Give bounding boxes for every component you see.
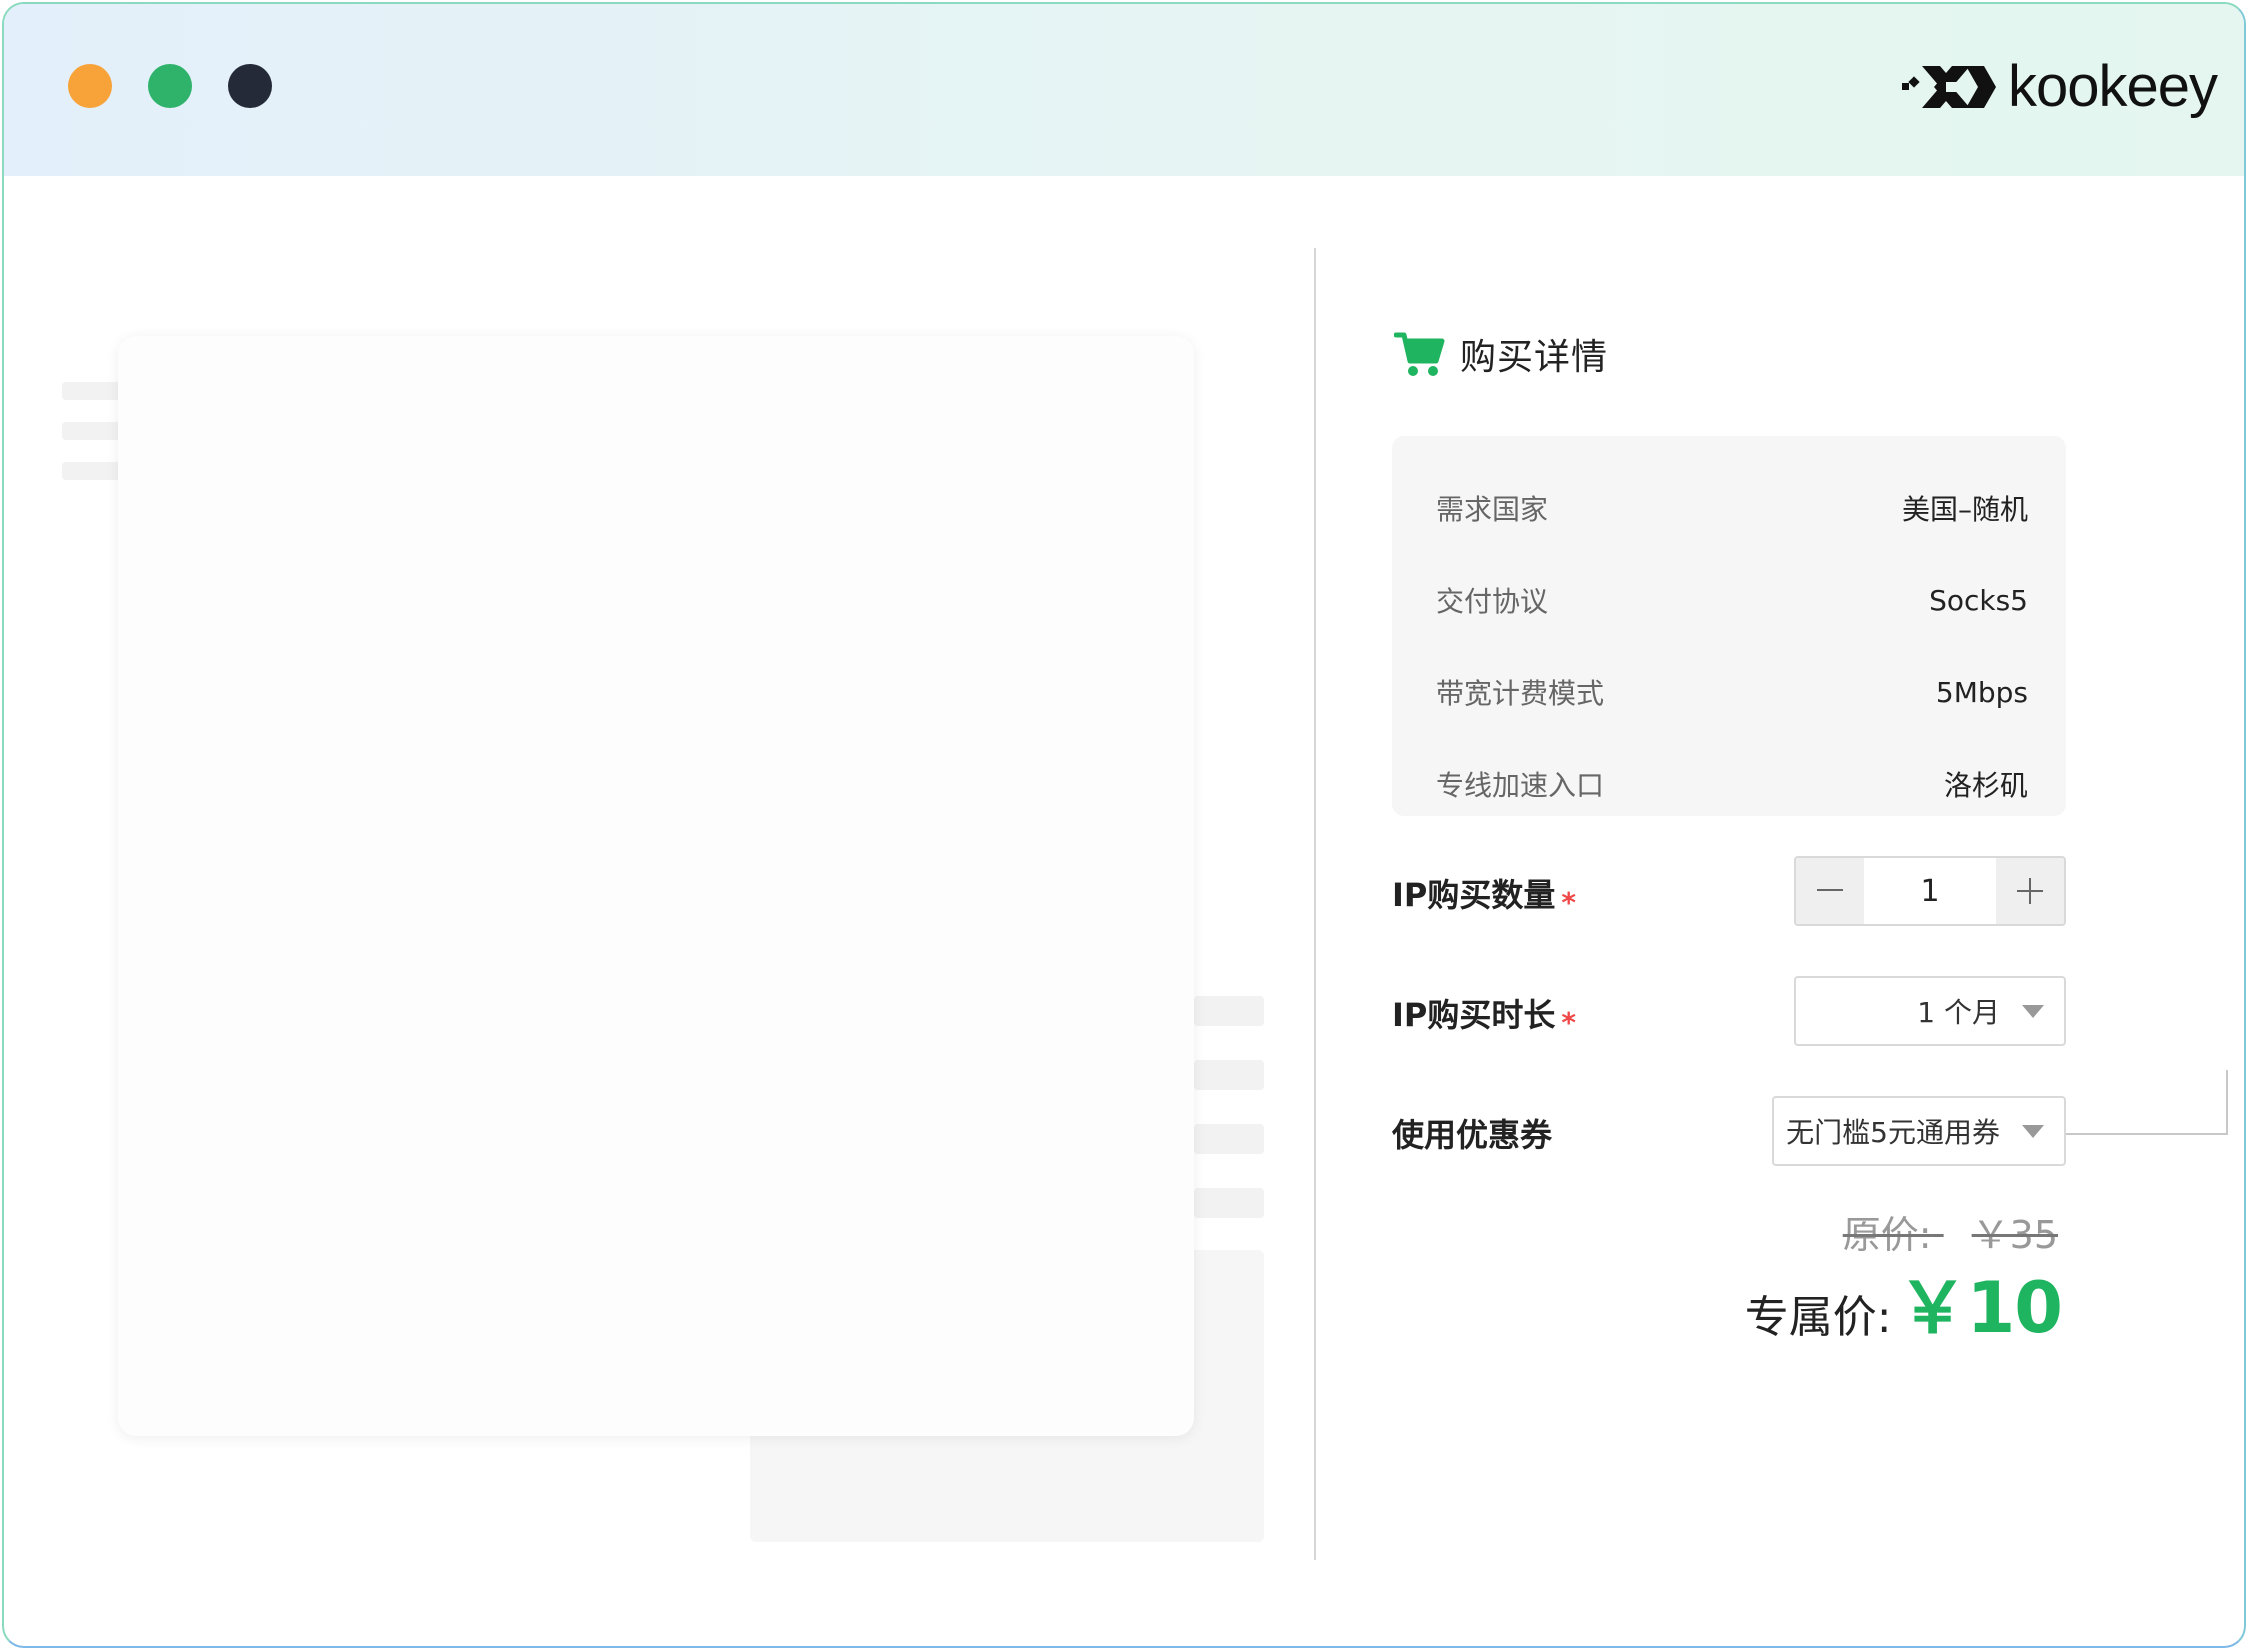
placeholder-line (1194, 1124, 1264, 1154)
placeholder-line (1194, 996, 1264, 1026)
spec-row-country: 需求国家 美国–随机 (1436, 488, 2028, 528)
shopping-cart-icon (1394, 332, 1445, 376)
required-mark: * (1561, 886, 1577, 919)
final-price-label: 专属价: (1744, 1292, 1892, 1343)
minus-icon[interactable] (1796, 858, 1864, 924)
kookeey-x-logo-icon (1902, 66, 1996, 108)
duration-label: IP购买时长 * (1392, 990, 1577, 1039)
plus-icon[interactable] (1996, 858, 2064, 924)
spec-label: 专线加速入口 (1436, 769, 1605, 802)
brand-name: kookeey (2008, 54, 2218, 119)
spec-row-bandwidth: 带宽计费模式 5Mbps (1436, 672, 2028, 712)
spec-label: 带宽计费模式 (1436, 677, 1605, 710)
panel-title: 购买详情 (1460, 337, 1609, 378)
preview-card (118, 336, 1194, 1436)
coupon-label-text: 使用优惠券 (1392, 1116, 1553, 1154)
required-mark: * (1561, 1006, 1577, 1039)
quantity-stepper[interactable]: 1 (1794, 856, 2066, 926)
panel-divider (1314, 248, 1316, 1560)
placeholder-line (1194, 1060, 1264, 1090)
callout-line (2066, 1133, 2228, 1135)
spec-value: 洛杉矶 (1943, 769, 2028, 802)
coupon-selected: 无门槛5元通用券 (1786, 1116, 2000, 1149)
window-minimize-button[interactable] (148, 64, 192, 108)
placeholder-line (1194, 1188, 1264, 1218)
spec-label: 交付协议 (1436, 585, 1549, 618)
final-price-value: ￥10 (1897, 1267, 2063, 1349)
callout-line (2226, 1070, 2228, 1135)
window-maximize-button[interactable] (228, 64, 272, 108)
spec-value: Socks5 (1929, 583, 2028, 617)
original-price: 原价: ￥35 (1843, 1204, 2058, 1259)
title-bar: kookeey (4, 4, 2244, 176)
app-window: kookeey 购买详情 需求国家 美国–随机 交付协议 Socks5 带宽计费… (2, 2, 2246, 1648)
spec-value: 美国–随机 (1901, 493, 2028, 526)
duration-selected: 1 个月 (1917, 996, 2000, 1029)
chevron-down-icon (2022, 1124, 2044, 1138)
spec-summary: 需求国家 美国–随机 交付协议 Socks5 带宽计费模式 5Mbps 专线加速… (1392, 436, 2066, 816)
spec-value: 5Mbps (1935, 675, 2028, 709)
chevron-down-icon (2022, 1004, 2044, 1018)
quantity-label: IP购买数量 * (1392, 870, 1577, 919)
quantity-label-text: IP购买数量 (1392, 876, 1556, 914)
original-price-label: 原价: (1842, 1213, 1932, 1257)
spec-label: 需求国家 (1436, 493, 1549, 526)
window-close-button[interactable] (68, 64, 112, 108)
duration-select[interactable]: 1 个月 (1794, 976, 2066, 1046)
duration-label-text: IP购买时长 (1392, 996, 1556, 1034)
spec-row-protocol: 交付协议 Socks5 (1436, 580, 2028, 620)
quantity-input[interactable]: 1 (1864, 858, 1996, 924)
placeholder-line (62, 422, 120, 440)
coupon-select[interactable]: 无门槛5元通用券 (1772, 1096, 2066, 1166)
brand-logo: kookeey (1900, 52, 2218, 122)
placeholder-line (62, 382, 120, 400)
original-price-value: ￥35 (1971, 1213, 2058, 1257)
final-price: 专属价: ￥10 (1744, 1252, 2063, 1353)
coupon-label: 使用优惠券 (1392, 1110, 1552, 1156)
spec-row-entry: 专线加速入口 洛杉矶 (1436, 764, 2028, 804)
purchase-details-heading: 购买详情 (1394, 326, 1608, 382)
placeholder-line (62, 462, 120, 480)
